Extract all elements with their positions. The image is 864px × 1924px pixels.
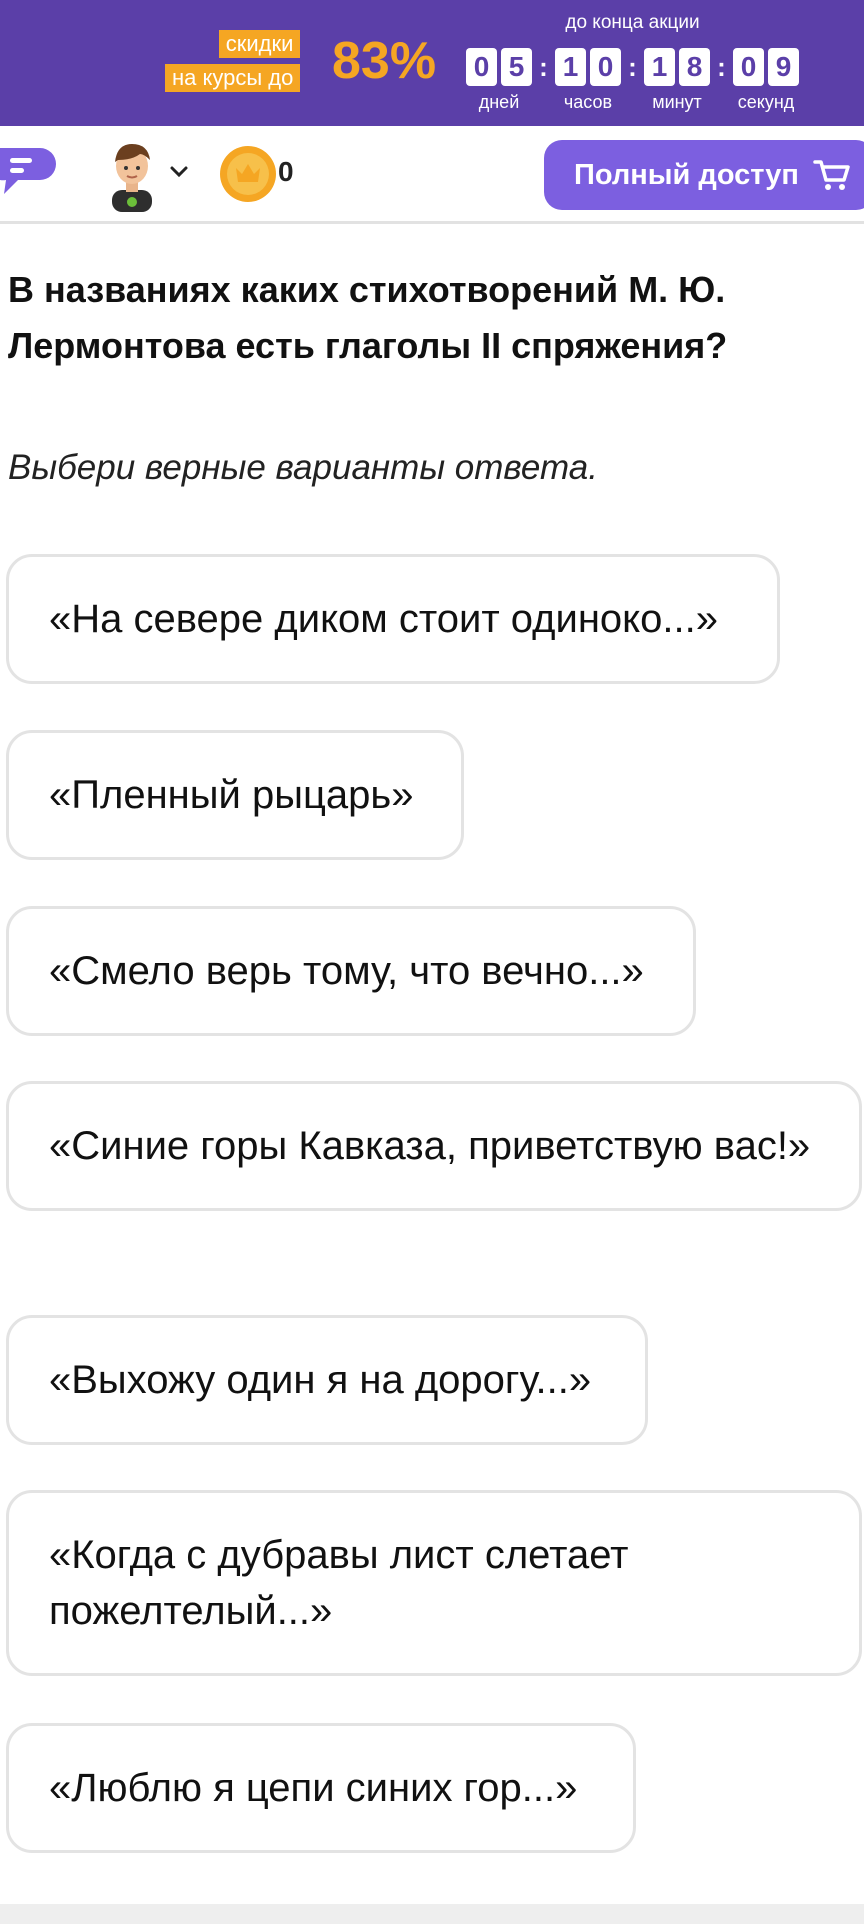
timer-minutes: 1 8 минут	[638, 48, 716, 113]
promo-label-courses: на курсы до	[165, 64, 301, 92]
avatar[interactable]	[100, 140, 164, 212]
promo-labels: скидки на курсы до	[165, 30, 301, 92]
timer-digit: 9	[768, 48, 799, 86]
timer-label-days: дней	[478, 92, 520, 112]
timer-label-seconds: секунд	[737, 92, 795, 112]
timer-digit: 1	[555, 48, 586, 86]
next-card-edge	[0, 1904, 864, 1924]
timer-days: 0 5 дней	[460, 48, 538, 113]
answer-option-text: «Люблю я цепи синих гор...»	[49, 1766, 578, 1810]
timer-digit: 1	[644, 48, 675, 86]
timer-digit: 8	[679, 48, 710, 86]
answer-option[interactable]: «Смело верь тому, что вечно...»	[6, 906, 696, 1036]
question-title: В названиях каких стихотворений М. Ю. Ле…	[8, 269, 728, 366]
answer-option-text: «Смело верь тому, что вечно...»	[49, 949, 644, 993]
coin-count: 0	[278, 156, 294, 187]
promo-label-discounts: скидки	[218, 30, 301, 58]
answer-option[interactable]: «Люблю я цепи синих гор...»	[6, 1723, 636, 1853]
answer-option[interactable]: «Выхожу один я на дорогу...»	[6, 1315, 648, 1445]
answer-option[interactable]: «Пленный рыцарь»	[6, 730, 464, 860]
promo-banner[interactable]: скидки на курсы до 83% до конца акции 0 …	[0, 0, 864, 126]
promo-percent: 83%	[332, 32, 437, 90]
answer-option-text: «Пленный рыцарь»	[49, 773, 414, 817]
timer-separator: :	[717, 52, 726, 82]
question-hint: Выбери верные варианты ответа.	[8, 448, 598, 487]
top-header: 0 Полный доступ	[0, 126, 864, 224]
answer-option[interactable]: «Когда с дубравы лист слетает пожелтелый…	[6, 1490, 862, 1676]
answer-option[interactable]: «На севере диком стоит одиноко...»	[6, 554, 780, 684]
cart-icon	[813, 160, 850, 190]
coin-icon	[220, 146, 276, 202]
timer-digit: 0	[733, 48, 764, 86]
answer-option-text: «Выхожу один я на дорогу...»	[49, 1358, 592, 1402]
timer-seconds: 0 9 секунд	[727, 48, 805, 113]
timer-digit: 5	[501, 48, 532, 86]
promo-caption: до конца акции	[565, 12, 700, 33]
answer-option-text: «Синие горы Кавказа, приветствую вас!»	[49, 1124, 811, 1168]
timer-label-hours: часов	[563, 92, 613, 112]
timer-digit: 0	[590, 48, 621, 86]
countdown-timer: 0 5 дней : 1 0 часов : 1 8 минут : 0 9 с…	[460, 48, 805, 113]
timer-separator: :	[628, 52, 637, 82]
timer-digit: 0	[466, 48, 497, 86]
full-access-label: Полный доступ	[574, 158, 799, 191]
chat-menu-icon[interactable]	[0, 144, 58, 200]
answer-option[interactable]: «Синие горы Кавказа, приветствую вас!»	[6, 1081, 862, 1211]
timer-label-minutes: минут	[652, 92, 702, 112]
timer-separator: :	[539, 52, 548, 82]
answer-option-text: «Когда с дубравы лист слетает пожелтелый…	[49, 1533, 629, 1633]
answer-option-text: «На севере диком стоит одиноко...»	[49, 597, 718, 641]
full-access-button[interactable]: Полный доступ	[544, 140, 864, 210]
timer-hours: 1 0 часов	[549, 48, 627, 113]
chevron-down-icon[interactable]	[168, 164, 190, 180]
